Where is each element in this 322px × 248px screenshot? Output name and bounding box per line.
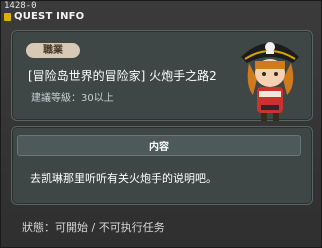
title-bar[interactable]: 1428-0 QUEST INFO bbox=[1, 1, 322, 25]
content-section-header: 内容 bbox=[17, 135, 301, 156]
category-badge: 職業 bbox=[26, 43, 80, 58]
quest-status: 狀態：可開始 / 不可执行任务 bbox=[22, 221, 165, 234]
quest-name: [冒险岛世界的冒险家] 火炮手之路2 bbox=[28, 69, 217, 83]
quest-id-label: 1428-0 bbox=[4, 1, 37, 11]
quest-description: 去凯琳那里听听有关火炮手的说明吧。 bbox=[30, 172, 217, 185]
recommended-level: 建議等級：30以上 bbox=[31, 93, 114, 104]
pirate-portrait-icon bbox=[241, 42, 299, 121]
quest-info-window: 1428-0 QUEST INFO 職業 [冒险岛世界的冒险家] 火炮手之路2 … bbox=[0, 0, 322, 248]
window-title: QUEST INFO bbox=[14, 11, 85, 22]
quest-title-icon bbox=[4, 13, 11, 21]
